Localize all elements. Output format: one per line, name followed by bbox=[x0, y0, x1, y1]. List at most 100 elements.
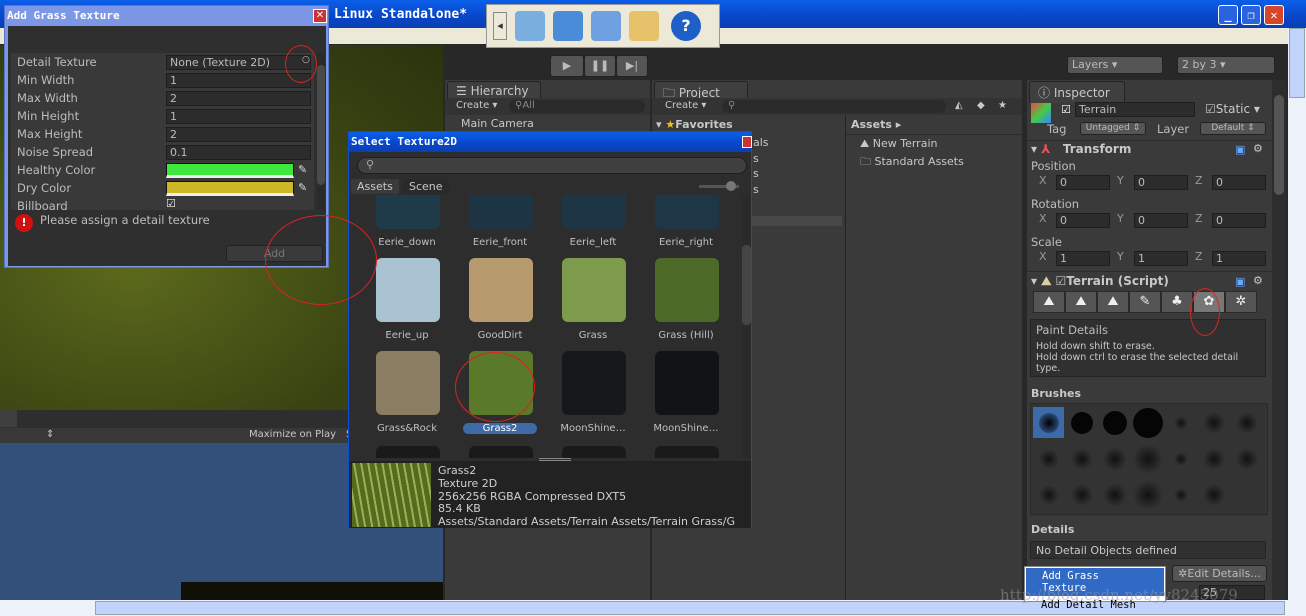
minimize-button[interactable]: _ bbox=[1218, 5, 1238, 25]
brush[interactable] bbox=[1231, 407, 1262, 438]
favorites-item[interactable]: s bbox=[753, 166, 769, 182]
user-check-icon[interactable] bbox=[515, 11, 545, 41]
texture-thumbnail[interactable] bbox=[376, 195, 440, 229]
texture-thumbnail[interactable] bbox=[562, 258, 626, 322]
back-arrow-icon[interactable]: ◂ bbox=[493, 12, 507, 40]
filter-label-icon[interactable]: ◆ bbox=[977, 100, 985, 111]
layout-dropdown[interactable]: 2 by 3 ▾ bbox=[1177, 56, 1275, 74]
tab-scene[interactable]: Scene bbox=[403, 179, 449, 194]
texture-label[interactable]: Eerie_up bbox=[362, 330, 452, 341]
tab-inspector[interactable]: ⓘ Inspector bbox=[1029, 81, 1125, 103]
layers-dropdown[interactable]: Layers ▾ bbox=[1067, 56, 1163, 74]
paint-texture-icon[interactable]: ✎ bbox=[1129, 291, 1161, 313]
texture-label[interactable]: Eerie_left bbox=[548, 237, 638, 248]
brush[interactable] bbox=[1066, 443, 1097, 474]
texture-thumbnail[interactable] bbox=[655, 195, 719, 229]
inspector-scrollbar[interactable] bbox=[1272, 80, 1286, 600]
tab-assets[interactable]: Assets bbox=[351, 179, 399, 194]
pos-z-input[interactable]: 0 bbox=[1212, 175, 1266, 190]
project-search-input[interactable]: ⚲ bbox=[722, 100, 946, 113]
maximize-button[interactable]: ❐ bbox=[1241, 5, 1261, 25]
texture-label[interactable]: Grass bbox=[548, 330, 638, 341]
assets-breadcrumb[interactable]: Assets ▸ bbox=[846, 115, 1022, 135]
brush[interactable] bbox=[1132, 407, 1163, 438]
brush[interactable] bbox=[1231, 443, 1262, 474]
transform-header[interactable]: ▾ ⅄ Transform bbox=[1031, 142, 1131, 156]
billboard-checkbox[interactable]: ☑ bbox=[166, 197, 176, 210]
texture-thumbnail[interactable] bbox=[469, 258, 533, 322]
eyedropper-icon[interactable]: ✎ bbox=[298, 181, 307, 194]
scl-y-input[interactable]: 1 bbox=[1134, 251, 1188, 266]
texture-label[interactable]: MoonShine… bbox=[548, 423, 638, 434]
static-toggle[interactable]: ☑Static ▾ bbox=[1205, 102, 1260, 116]
healthy-color-swatch[interactable] bbox=[166, 163, 294, 178]
hierarchy-item[interactable]: Main Camera bbox=[461, 117, 534, 130]
window-vertical-scrollbar[interactable] bbox=[1288, 28, 1306, 600]
texture-thumbnail[interactable] bbox=[655, 351, 719, 415]
brush[interactable] bbox=[1165, 479, 1196, 510]
help-book-icon[interactable]: ▣ bbox=[1235, 143, 1245, 156]
texture-thumbnail[interactable] bbox=[562, 351, 626, 415]
brush[interactable] bbox=[1198, 443, 1229, 474]
paint-height-icon[interactable]: ⛰ bbox=[1065, 291, 1097, 313]
thumbnail-size-slider[interactable] bbox=[699, 181, 739, 191]
help-book-icon[interactable]: ▣ bbox=[1235, 275, 1245, 288]
rot-y-input[interactable]: 0 bbox=[1134, 213, 1188, 228]
texture-thumbnail[interactable] bbox=[562, 446, 626, 458]
hand-icon[interactable] bbox=[553, 11, 583, 41]
texture-grid-scrollbar[interactable] bbox=[742, 195, 751, 458]
texture-thumbnail[interactable] bbox=[469, 195, 533, 229]
brush[interactable] bbox=[1099, 443, 1130, 474]
asset-item-folder[interactable]: 🗀 Standard Assets bbox=[846, 153, 1022, 172]
brush[interactable] bbox=[1033, 443, 1064, 474]
texture-label[interactable]: Eerie_right bbox=[641, 237, 731, 248]
favorite-star-icon[interactable]: ★ bbox=[998, 100, 1007, 111]
form-scrollbar[interactable] bbox=[317, 53, 325, 210]
texture-label[interactable]: Eerie_front bbox=[455, 237, 545, 248]
texture-thumbnail[interactable] bbox=[562, 195, 626, 229]
texture-label[interactable]: GoodDirt bbox=[455, 330, 545, 341]
active-checkbox[interactable]: ☑ bbox=[1061, 103, 1071, 116]
favorites-item[interactable]: s bbox=[753, 151, 769, 167]
project-create-button[interactable]: Create ▾ bbox=[665, 100, 706, 111]
asset-item-terrain[interactable]: ⛰ New Terrain bbox=[846, 135, 1022, 153]
pos-y-input[interactable]: 0 bbox=[1134, 175, 1188, 190]
favorites-item[interactable]: s bbox=[753, 182, 769, 198]
brush[interactable] bbox=[1066, 479, 1097, 510]
brush[interactable] bbox=[1033, 479, 1064, 510]
scl-x-input[interactable]: 1 bbox=[1056, 251, 1110, 266]
help-icon[interactable]: ? bbox=[671, 11, 701, 41]
texture-label[interactable]: Eerie_down bbox=[362, 237, 452, 248]
terrain-script-header[interactable]: ▾ ⛰ ☑Terrain (Script) bbox=[1031, 274, 1169, 289]
place-trees-icon[interactable]: ♣ bbox=[1161, 291, 1193, 313]
pause-button[interactable]: ❚❚ bbox=[584, 55, 616, 77]
texture-thumbnail[interactable] bbox=[655, 258, 719, 322]
hierarchy-create-button[interactable]: Create ▾ bbox=[456, 100, 497, 111]
brush[interactable] bbox=[1198, 479, 1229, 510]
texture-thumbnail[interactable] bbox=[376, 258, 440, 322]
maximize-on-play-toggle[interactable]: Maximize on Play bbox=[249, 429, 336, 440]
tag-dropdown[interactable]: Untagged ⇕ bbox=[1080, 122, 1146, 135]
field-input[interactable]: 2 bbox=[166, 127, 311, 142]
texture-label[interactable]: Grass2 bbox=[463, 423, 537, 434]
component-gear-icon[interactable]: ⚙ bbox=[1253, 142, 1263, 155]
brush[interactable] bbox=[1165, 407, 1196, 438]
rot-x-input[interactable]: 0 bbox=[1056, 213, 1110, 228]
brush[interactable] bbox=[1132, 479, 1163, 510]
field-input[interactable]: 0.1 bbox=[166, 145, 311, 160]
brush[interactable] bbox=[1099, 407, 1130, 438]
brush[interactable] bbox=[1066, 407, 1097, 438]
texture-thumbnail[interactable] bbox=[376, 446, 440, 458]
play-button[interactable]: ▶ bbox=[550, 55, 584, 77]
filter-type-icon[interactable]: ◭ bbox=[955, 100, 963, 111]
brush[interactable] bbox=[1099, 479, 1130, 510]
texture-label[interactable]: Grass&Rock bbox=[362, 423, 452, 434]
texture-label[interactable]: Grass (Hill) bbox=[641, 330, 731, 341]
favorites-item[interactable]: als bbox=[753, 135, 769, 151]
component-gear-icon[interactable]: ⚙ bbox=[1253, 274, 1263, 287]
eyedropper-icon[interactable]: ✎ bbox=[298, 163, 307, 176]
brush[interactable] bbox=[1198, 407, 1229, 438]
document-export-icon[interactable] bbox=[629, 11, 659, 41]
hierarchy-search-input[interactable]: ⚲All bbox=[509, 100, 645, 113]
texture-label[interactable]: MoonShine… bbox=[641, 423, 731, 434]
